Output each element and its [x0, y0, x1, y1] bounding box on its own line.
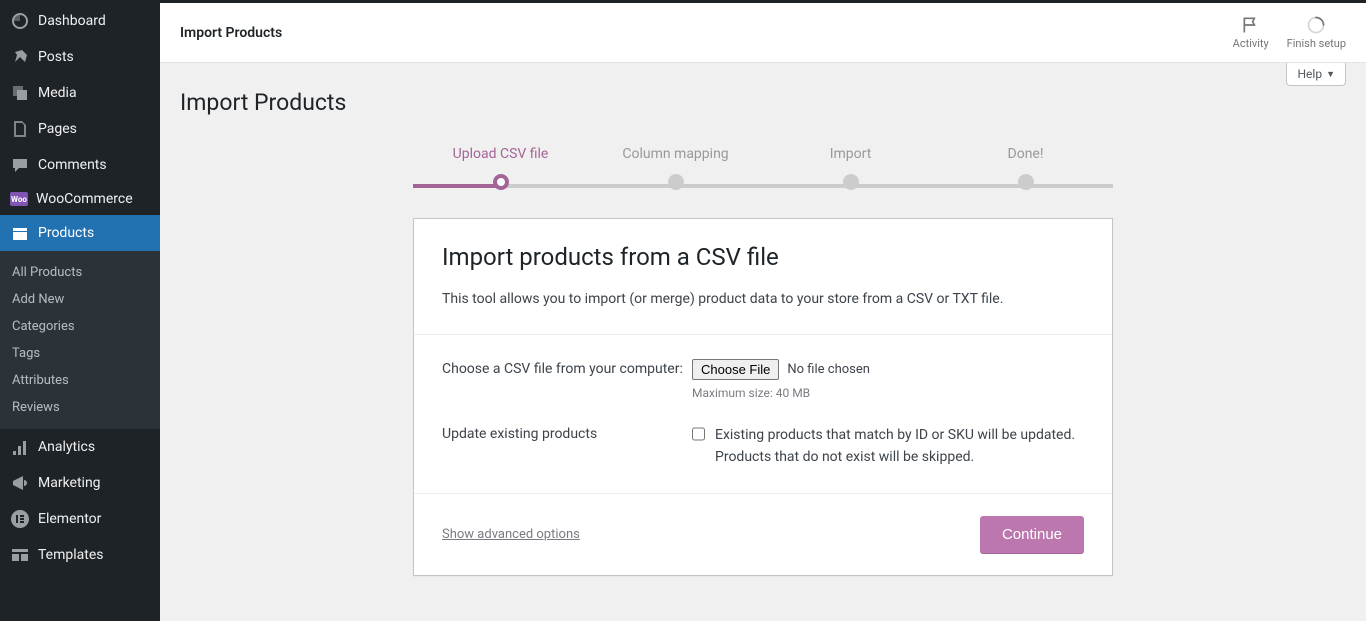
step-upload: Upload CSV file	[413, 146, 588, 194]
finish-setup-button[interactable]: Finish setup	[1287, 15, 1346, 50]
step-dot-icon	[493, 174, 509, 190]
card-body: Choose a CSV file from your computer: Ch…	[414, 335, 1112, 493]
card-title: Import products from a CSV file	[442, 243, 1084, 271]
import-card: Import products from a CSV file This too…	[413, 218, 1113, 576]
card-header: Import products from a CSV file This too…	[414, 219, 1112, 335]
step-import: Import	[763, 146, 938, 194]
submenu-reviews[interactable]: Reviews	[0, 394, 160, 421]
megaphone-icon	[10, 473, 30, 493]
sidebar-item-templates[interactable]: Templates	[0, 537, 160, 573]
step-label: Upload CSV file	[413, 146, 588, 162]
sidebar-item-label: Templates	[38, 547, 104, 563]
choose-file-label: Choose a CSV file from your computer:	[442, 359, 692, 400]
sidebar-item-label: Dashboard	[38, 13, 106, 29]
card-footer: Show advanced options Continue	[414, 493, 1112, 575]
sidebar-item-analytics[interactable]: Analytics	[0, 429, 160, 465]
import-wizard: Upload CSV file Column mapping Import Do…	[413, 146, 1113, 576]
content-area: Help ▼ Import Products Upload CSV file C…	[160, 63, 1366, 616]
sidebar-item-comments[interactable]: Comments	[0, 147, 160, 183]
step-dot-icon	[843, 174, 859, 190]
file-row: Choose a CSV file from your computer: Ch…	[442, 359, 1084, 400]
help-button[interactable]: Help ▼	[1286, 63, 1346, 86]
page-title: Import Products	[180, 89, 1346, 116]
analytics-icon	[10, 437, 30, 457]
sidebar-item-label: Posts	[38, 49, 74, 65]
sidebar-item-label: Elementor	[38, 511, 101, 527]
card-description: This tool allows you to import (or merge…	[442, 289, 1084, 310]
finish-setup-label: Finish setup	[1287, 37, 1346, 50]
sidebar-item-label: Media	[38, 85, 77, 101]
woocommerce-icon: Woo	[10, 192, 28, 206]
submenu-all-products[interactable]: All Products	[0, 259, 160, 286]
activity-label: Activity	[1233, 37, 1269, 50]
sidebar-item-label: Products	[38, 225, 94, 241]
sidebar-item-label: Marketing	[38, 475, 101, 491]
sidebar-item-dashboard[interactable]: Dashboard	[0, 3, 160, 39]
sidebar-item-posts[interactable]: Posts	[0, 39, 160, 75]
step-label: Import	[763, 146, 938, 162]
file-status: No file chosen	[787, 362, 870, 377]
sidebar-item-label: Pages	[38, 121, 77, 137]
sidebar-item-label: Comments	[38, 157, 107, 173]
update-row: Update existing products Existing produc…	[442, 424, 1084, 469]
update-description: Existing products that match by ID or SK…	[715, 424, 1084, 469]
update-control: Existing products that match by ID or SK…	[692, 424, 1084, 469]
step-label: Done!	[938, 146, 1113, 162]
update-label: Update existing products	[442, 424, 692, 469]
sidebar-item-label: WooCommerce	[36, 191, 133, 207]
file-control: Choose File No file chosen Maximum size:…	[692, 359, 1084, 400]
header-title: Import Products	[180, 25, 282, 41]
wizard-steps: Upload CSV file Column mapping Import Do…	[413, 146, 1113, 194]
step-dot-icon	[1018, 174, 1034, 190]
submenu-tags[interactable]: Tags	[0, 340, 160, 367]
continue-button[interactable]: Continue	[980, 516, 1084, 553]
dashboard-icon	[10, 11, 30, 31]
admin-sidebar: Dashboard Posts Media Pages Comments Woo…	[0, 3, 160, 621]
activity-button[interactable]: Activity	[1233, 15, 1269, 50]
pin-icon	[10, 47, 30, 67]
sidebar-item-marketing[interactable]: Marketing	[0, 465, 160, 501]
templates-icon	[10, 545, 30, 565]
step-mapping: Column mapping	[588, 146, 763, 194]
elementor-icon	[10, 509, 30, 529]
media-icon	[10, 83, 30, 103]
update-existing-checkbox[interactable]	[692, 426, 705, 442]
chevron-down-icon: ▼	[1326, 69, 1335, 80]
show-advanced-link[interactable]: Show advanced options	[442, 527, 580, 542]
progress-circle-icon	[1306, 15, 1326, 35]
header-bar: Import Products Activity Finish setup	[160, 3, 1366, 63]
sidebar-item-label: Analytics	[38, 439, 95, 455]
sidebar-item-elementor[interactable]: Elementor	[0, 501, 160, 537]
products-icon	[10, 223, 30, 243]
main-content: Import Products Activity Finish setup He…	[160, 3, 1366, 616]
products-submenu: All Products Add New Categories Tags Att…	[0, 251, 160, 429]
pages-icon	[10, 119, 30, 139]
sidebar-item-products[interactable]: Products	[0, 215, 160, 251]
max-size-hint: Maximum size: 40 MB	[692, 386, 1084, 400]
submenu-add-new[interactable]: Add New	[0, 286, 160, 313]
choose-file-button[interactable]: Choose File	[692, 359, 779, 380]
flag-icon	[1241, 15, 1261, 35]
sidebar-item-media[interactable]: Media	[0, 75, 160, 111]
step-label: Column mapping	[588, 146, 763, 162]
header-actions: Activity Finish setup	[1233, 15, 1346, 50]
submenu-categories[interactable]: Categories	[0, 313, 160, 340]
submenu-attributes[interactable]: Attributes	[0, 367, 160, 394]
sidebar-item-woocommerce[interactable]: Woo WooCommerce	[0, 183, 160, 215]
help-label: Help	[1297, 67, 1322, 81]
comments-icon	[10, 155, 30, 175]
step-done: Done!	[938, 146, 1113, 194]
sidebar-item-pages[interactable]: Pages	[0, 111, 160, 147]
step-dot-icon	[668, 174, 684, 190]
